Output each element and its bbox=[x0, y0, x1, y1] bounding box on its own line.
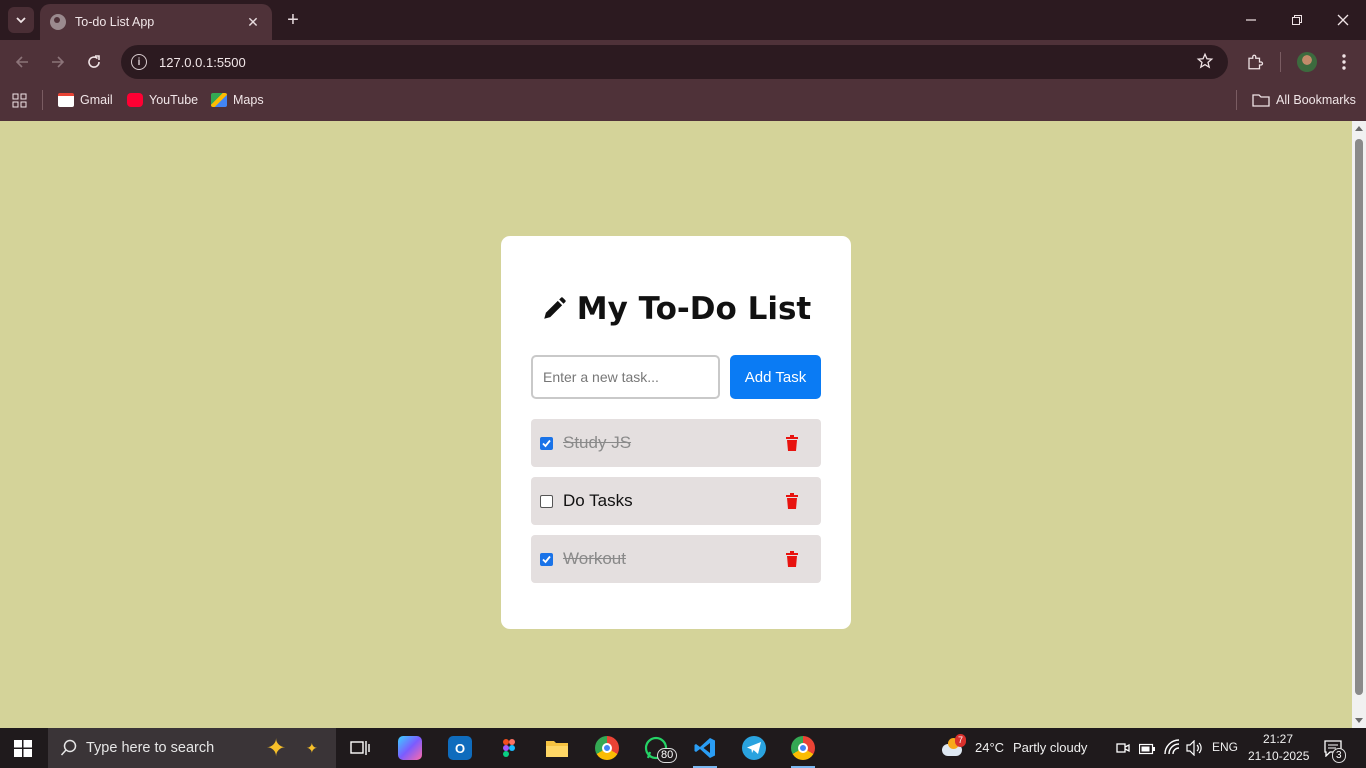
arrow-right-icon bbox=[52, 56, 65, 68]
minimize-icon bbox=[1246, 19, 1256, 21]
figma-app-icon[interactable] bbox=[497, 736, 521, 760]
bookmarks-divider bbox=[1236, 90, 1237, 110]
page-title: My To-Do List bbox=[501, 291, 851, 327]
file-explorer-icon[interactable] bbox=[545, 736, 569, 760]
search-placeholder: Type here to search bbox=[86, 740, 215, 756]
chevron-down-icon bbox=[16, 17, 26, 24]
arrow-left-icon bbox=[15, 56, 28, 68]
whatsapp-badge: 80 bbox=[657, 748, 678, 763]
profile-avatar[interactable] bbox=[1297, 52, 1317, 72]
maps-icon bbox=[211, 93, 227, 107]
vertical-scrollbar[interactable] bbox=[1352, 121, 1366, 728]
task-view-icon[interactable] bbox=[348, 736, 372, 760]
more-menu-icon[interactable] bbox=[1332, 50, 1356, 74]
tab-title: To-do List App bbox=[75, 15, 155, 29]
apps-grid-icon[interactable] bbox=[12, 93, 27, 108]
wifi-icon[interactable] bbox=[1163, 739, 1181, 760]
bookmarks-bar: Gmail YouTube Maps All Bookmarks bbox=[0, 84, 1366, 121]
clock-date[interactable]: 21-10-2025 bbox=[1248, 749, 1309, 763]
clock-time[interactable]: 21:27 bbox=[1263, 732, 1293, 746]
url-text: 127.0.0.1:5500 bbox=[159, 54, 246, 70]
bookmark-star-icon[interactable] bbox=[1196, 52, 1214, 75]
new-task-input[interactable] bbox=[531, 355, 720, 399]
browser-toolbar: i 127.0.0.1:5500 bbox=[0, 40, 1366, 84]
bookmark-youtube[interactable]: YouTube bbox=[127, 93, 198, 107]
add-task-button[interactable]: Add Task bbox=[730, 355, 821, 399]
tab-strip: To-do List App ✕ + bbox=[0, 0, 1366, 40]
trash-icon[interactable] bbox=[785, 551, 799, 567]
task-item: Do Tasks bbox=[531, 477, 821, 525]
chrome-active-app-icon[interactable] bbox=[791, 736, 815, 768]
bookmark-maps[interactable]: Maps bbox=[211, 93, 264, 107]
copilot-sparkle-icon: ✦ bbox=[266, 735, 287, 762]
gmail-icon bbox=[58, 93, 74, 107]
task-checkbox[interactable] bbox=[540, 436, 553, 450]
toolbar-divider bbox=[1280, 52, 1281, 72]
volume-icon[interactable] bbox=[1186, 739, 1204, 761]
bookmarks-divider bbox=[42, 90, 43, 110]
globe-icon bbox=[50, 14, 66, 30]
telegram-app-icon[interactable] bbox=[742, 736, 766, 760]
windows-start-icon[interactable] bbox=[14, 740, 32, 762]
close-icon bbox=[1337, 14, 1349, 26]
task-label: Study JS bbox=[563, 433, 632, 452]
minimize-button[interactable] bbox=[1228, 0, 1274, 40]
weather-temp[interactable]: 24°C bbox=[975, 740, 1004, 755]
sparkle-icon: ✦ bbox=[306, 740, 318, 756]
copilot-app-icon[interactable] bbox=[398, 736, 422, 760]
task-label: Workout bbox=[563, 549, 626, 568]
task-item: Workout bbox=[531, 535, 821, 583]
all-bookmarks[interactable]: All Bookmarks bbox=[1252, 93, 1356, 107]
bookmark-label: Maps bbox=[233, 93, 264, 107]
close-window-button[interactable] bbox=[1320, 0, 1366, 40]
folder-icon bbox=[1252, 94, 1270, 107]
notification-count: 3 bbox=[1332, 748, 1346, 763]
outlook-app-icon[interactable]: O bbox=[448, 736, 472, 760]
restore-button[interactable] bbox=[1274, 0, 1320, 40]
title-text: My To-Do List bbox=[576, 291, 812, 327]
pencil-icon bbox=[543, 297, 566, 319]
battery-icon[interactable] bbox=[1138, 742, 1155, 760]
trash-icon[interactable] bbox=[785, 493, 799, 509]
todo-card: My To-Do List Add Task Study JS Do Tasks… bbox=[501, 236, 851, 629]
bookmark-gmail[interactable]: Gmail bbox=[58, 93, 113, 107]
close-tab-icon[interactable]: ✕ bbox=[244, 14, 262, 31]
search-icon bbox=[60, 739, 77, 756]
task-item: Study JS bbox=[531, 419, 821, 467]
address-bar[interactable]: i 127.0.0.1:5500 bbox=[121, 45, 1228, 79]
chrome-app-icon[interactable] bbox=[595, 736, 619, 760]
meet-now-icon[interactable] bbox=[1116, 741, 1130, 760]
os-taskbar: Type here to search ✦ ✦ O 80 7 24°C Part… bbox=[0, 728, 1366, 768]
task-label: Do Tasks bbox=[563, 491, 633, 510]
taskbar-search[interactable]: Type here to search ✦ ✦ bbox=[48, 728, 336, 768]
tab-search-button[interactable] bbox=[8, 7, 34, 33]
scroll-up-arrow[interactable] bbox=[1355, 126, 1363, 131]
extensions-icon[interactable] bbox=[1243, 50, 1267, 74]
youtube-icon bbox=[127, 93, 143, 107]
reload-icon bbox=[88, 55, 100, 68]
scroll-down-arrow[interactable] bbox=[1355, 718, 1363, 723]
browser-tab[interactable]: To-do List App ✕ bbox=[40, 4, 272, 40]
site-info-icon[interactable]: i bbox=[131, 54, 147, 70]
back-button[interactable] bbox=[10, 50, 34, 74]
task-checkbox[interactable] bbox=[540, 552, 553, 566]
all-bookmarks-label: All Bookmarks bbox=[1276, 93, 1356, 107]
new-tab-button[interactable]: + bbox=[282, 9, 304, 31]
bookmark-label: Gmail bbox=[80, 93, 113, 107]
language-indicator[interactable]: ENG bbox=[1212, 740, 1238, 754]
trash-icon[interactable] bbox=[785, 435, 799, 451]
vscode-app-icon[interactable] bbox=[693, 736, 717, 768]
reload-button[interactable] bbox=[82, 50, 106, 74]
scrollbar-thumb[interactable] bbox=[1355, 139, 1363, 695]
forward-button[interactable] bbox=[46, 50, 70, 74]
bookmark-label: YouTube bbox=[149, 93, 199, 107]
task-checkbox[interactable] bbox=[540, 494, 553, 508]
weather-condition[interactable]: Partly cloudy bbox=[1013, 740, 1087, 755]
restore-icon bbox=[1292, 15, 1302, 25]
weather-badge: 7 bbox=[955, 734, 967, 747]
